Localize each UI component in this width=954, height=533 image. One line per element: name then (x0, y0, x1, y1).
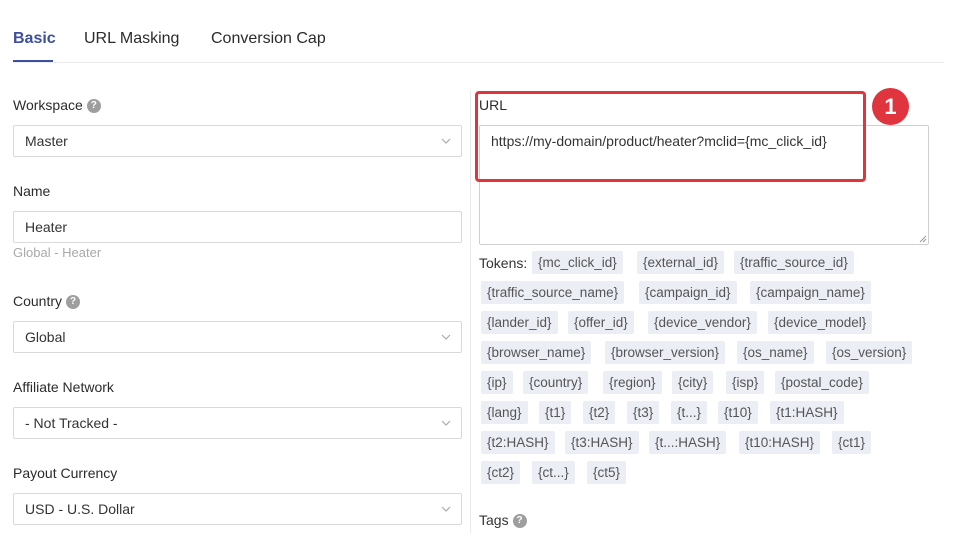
token-chip[interactable]: {t3} (627, 401, 660, 424)
tags-label-text: Tags (479, 512, 509, 528)
chevron-down-icon (441, 334, 451, 340)
token-chip[interactable]: {ct...} (532, 461, 575, 484)
token-chip[interactable]: {ct1} (832, 431, 872, 454)
payout-currency-value: USD - U.S. Dollar (25, 501, 135, 517)
token-chip[interactable]: {lander_id} (481, 311, 558, 334)
name-value: Heater (25, 219, 68, 235)
active-tab-indicator (13, 60, 53, 62)
tags-label: Tags? (479, 512, 527, 529)
token-chip[interactable]: {ct2} (481, 461, 521, 484)
tokens-label: Tokens: (479, 255, 528, 271)
chevron-down-icon (441, 506, 451, 512)
token-chip[interactable]: {traffic_source_name} (481, 281, 625, 304)
name-label: Name (13, 183, 51, 199)
tab-conversion-cap[interactable]: Conversion Cap (211, 30, 326, 48)
name-input[interactable]: Heater (13, 211, 462, 243)
workspace-select[interactable]: Master (13, 125, 462, 157)
question-circle-icon[interactable]: ? (512, 514, 527, 529)
token-chip[interactable]: {os_version} (826, 341, 913, 364)
token-chip[interactable]: {t1} (539, 401, 572, 424)
token-chip[interactable]: {region} (603, 371, 662, 394)
annotation-highlight-box (475, 91, 866, 182)
payout-currency-label: Payout Currency (13, 465, 118, 481)
country-label: Country? (13, 293, 81, 310)
token-chip[interactable]: {postal_code} (775, 371, 869, 394)
tab-basic[interactable]: Basic (13, 30, 56, 48)
token-chip[interactable]: {mc_click_id} (532, 251, 623, 274)
question-circle-icon[interactable]: ? (86, 99, 101, 114)
token-chip[interactable]: {ip} (481, 371, 513, 394)
token-chip[interactable]: {browser_name} (481, 341, 592, 364)
chevron-down-icon (441, 420, 451, 426)
token-chip[interactable]: {country} (523, 371, 589, 394)
token-chip[interactable]: {lang} (481, 401, 528, 424)
token-chip[interactable]: {device_vendor} (648, 311, 757, 334)
token-chip[interactable]: {t2:HASH} (481, 431, 555, 454)
token-chip[interactable]: {os_name} (737, 341, 814, 364)
token-chip[interactable]: {device_model} (768, 311, 873, 334)
country-select[interactable]: Global (13, 321, 462, 353)
token-chip[interactable]: {external_id} (637, 251, 725, 274)
token-chip[interactable]: {t10:HASH} (739, 431, 821, 454)
tab-bar: Basic URL Masking Conversion Cap (13, 0, 944, 63)
token-chip[interactable]: {t3:HASH} (565, 431, 639, 454)
chevron-down-icon (441, 138, 451, 144)
token-chip[interactable]: {offer_id} (568, 311, 634, 334)
token-chip[interactable]: {t...} (671, 401, 708, 424)
resize-handle-icon[interactable] (918, 234, 927, 243)
payout-currency-select[interactable]: USD - U.S. Dollar (13, 493, 462, 525)
workspace-label: Workspace? (13, 97, 101, 114)
country-label-text: Country (13, 293, 63, 309)
question-circle-icon[interactable]: ? (66, 295, 81, 310)
token-chip[interactable]: {t1:HASH} (770, 401, 844, 424)
token-chip[interactable]: {traffic_source_id} (734, 251, 854, 274)
affiliate-network-value: - Not Tracked - (25, 415, 118, 431)
token-chip[interactable]: {campaign_name} (750, 281, 871, 304)
affiliate-network-label: Affiliate Network (13, 379, 114, 395)
tab-url-masking[interactable]: URL Masking (84, 30, 179, 48)
country-value: Global (25, 329, 66, 345)
affiliate-network-select[interactable]: - Not Tracked - (13, 407, 462, 439)
token-chip[interactable]: {isp} (726, 371, 765, 394)
workspace-label-text: Workspace (13, 97, 83, 113)
name-hint: Global - Heater (13, 245, 102, 260)
token-chip[interactable]: {ct5} (587, 461, 627, 484)
workspace-value: Master (25, 133, 68, 149)
token-chip[interactable]: {t2} (583, 401, 616, 424)
token-chip[interactable]: {t10} (718, 401, 758, 424)
token-chip[interactable]: {city} (672, 371, 714, 394)
column-divider (470, 90, 471, 533)
token-chip[interactable]: {campaign_id} (639, 281, 737, 304)
token-chip[interactable]: {browser_version} (605, 341, 726, 364)
annotation-badge: 1 (872, 88, 909, 125)
token-chip[interactable]: {t...:HASH} (649, 431, 727, 454)
